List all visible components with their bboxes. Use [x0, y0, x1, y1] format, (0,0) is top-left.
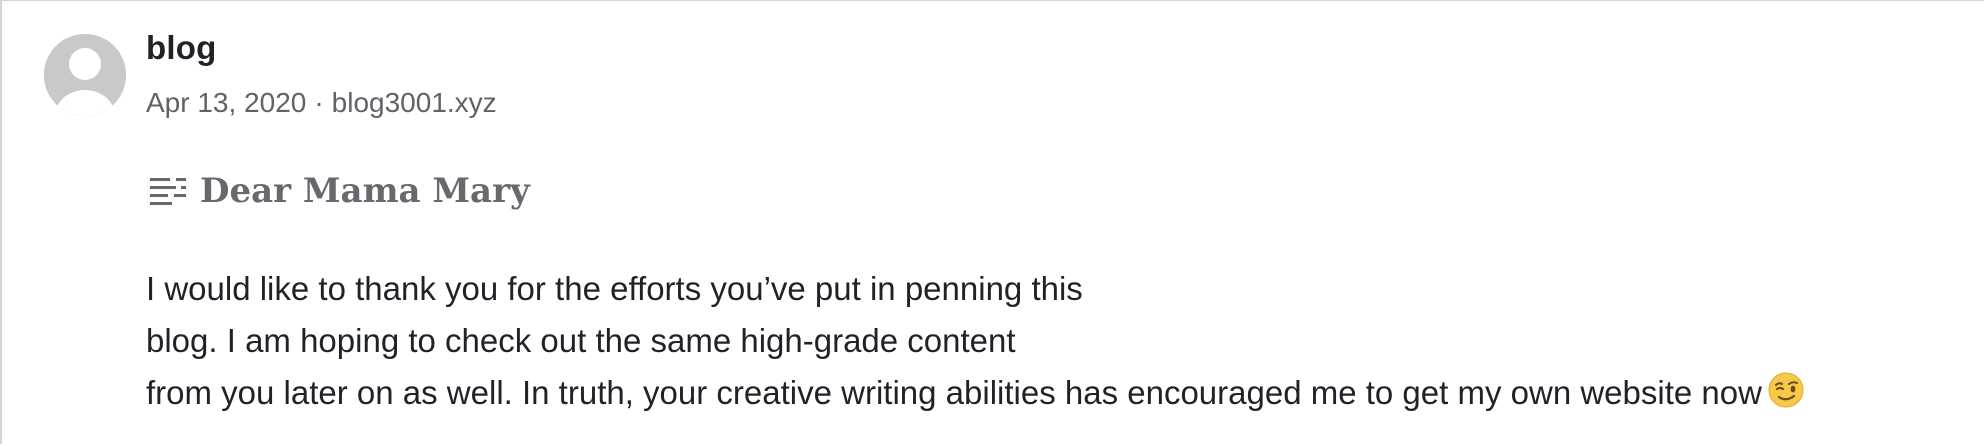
author-name[interactable]: blog — [146, 29, 216, 67]
meta-separator: · — [314, 87, 324, 118]
text-lines-icon — [150, 178, 186, 205]
comment-body-line: blog. I am hoping to check out the same … — [146, 322, 1016, 359]
default-user-icon — [44, 34, 126, 116]
comment-body-line: I would like to thank you for the effort… — [146, 270, 1083, 307]
comment-title-row: Dear Mama Mary — [150, 171, 530, 211]
comment-date[interactable]: Apr 13, 2020 — [146, 87, 306, 118]
comment-card: blog Apr 13, 2020 · blog3001.xyz Dear Mama… — [0, 0, 1984, 444]
comment-title: Dear Mama Mary — [200, 171, 530, 211]
comment-site[interactable]: blog3001.xyz — [332, 87, 497, 118]
comment-body: I would like to thank you for the effort… — [146, 263, 1804, 419]
avatar[interactable] — [44, 34, 126, 116]
comment-body-line-last: from you later on as well. In truth, you… — [146, 367, 1804, 419]
comment-meta: Apr 13, 2020 · blog3001.xyz — [146, 87, 497, 119]
comment-body-line-text: from you later on as well. In truth, you… — [146, 374, 1762, 411]
winking-face-icon — [1768, 372, 1804, 408]
